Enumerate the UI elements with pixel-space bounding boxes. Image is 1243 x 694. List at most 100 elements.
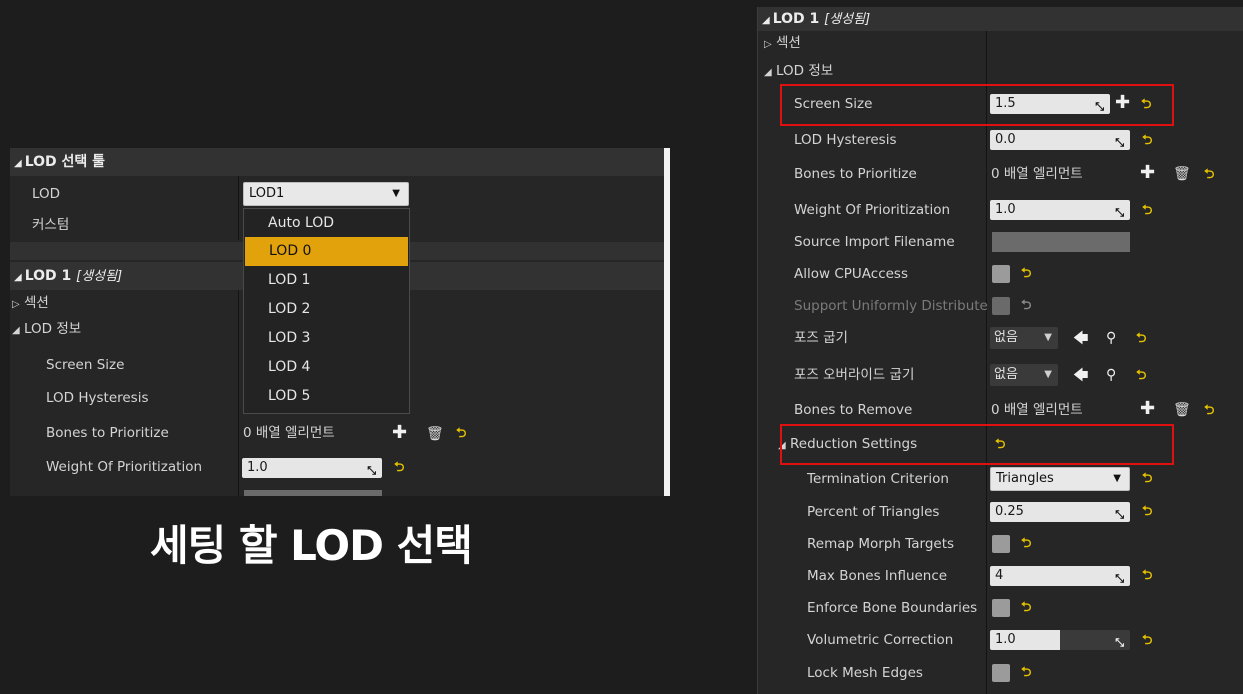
reset-arrow-icon[interactable]: ⮌	[1136, 368, 1146, 384]
trash-icon[interactable]: 🗑	[426, 426, 444, 442]
plus-icon[interactable]: ✚	[392, 424, 407, 442]
drag-arrows-icon: ⤡	[1115, 508, 1124, 521]
drag-arrows-icon: ⤡	[1115, 206, 1124, 219]
bones-to-remove-value: 0 배열 엘리먼트	[991, 402, 1083, 418]
source-import-filename-field[interactable]	[992, 232, 1130, 252]
lod-select-combo[interactable]: LOD1 ▼	[243, 182, 409, 206]
column-divider	[238, 290, 239, 496]
reset-arrow-icon[interactable]: ⮌	[1136, 331, 1146, 347]
allow-cpu-access-checkbox[interactable]	[992, 265, 1010, 283]
chevron-down-icon: ▼	[392, 188, 400, 199]
expand-triangle-icon: ▷	[764, 39, 772, 50]
reset-arrow-icon[interactable]: ⮌	[1021, 665, 1031, 681]
dropdown-item-lod4[interactable]: LOD 4	[244, 353, 409, 382]
volumetric-correction-slider[interactable]: 1.0 ⤡	[990, 630, 1130, 650]
pose-override-bake-label: 포즈 오버라이드 굽기	[794, 367, 915, 383]
trash-icon[interactable]: 🗑	[1173, 166, 1191, 182]
reset-arrow-icon[interactable]: ⮌	[1204, 403, 1214, 419]
expand-triangle-icon: ▷	[12, 299, 20, 310]
reset-arrow-icon: ⮌	[1021, 298, 1032, 313]
reset-arrow-icon[interactable]: ⮌	[1021, 536, 1031, 552]
support-uniformly-distribute-label: Support Uniformly Distribute	[794, 298, 988, 314]
section-row[interactable]: ▷ 섹션	[764, 30, 801, 58]
lock-mesh-edges-label: Lock Mesh Edges	[807, 665, 923, 681]
enforce-bone-boundaries-label: Enforce Bone Boundaries	[807, 600, 978, 616]
volumetric-correction-label: Volumetric Correction	[807, 632, 954, 648]
source-import-filename-label: Source Import Filename	[794, 234, 955, 250]
bones-to-prioritize-label: Bones to Prioritize	[46, 425, 169, 441]
screen-size-label: Screen Size	[46, 357, 125, 373]
termination-criterion-label: Termination Criterion	[807, 471, 949, 487]
weight-of-prioritization-label: Weight Of Prioritization	[46, 459, 203, 475]
collapse-triangle-icon: ◢	[764, 67, 772, 78]
magnifier-icon[interactable]: ⚲	[1106, 367, 1116, 383]
plus-icon[interactable]: ✚	[1140, 400, 1155, 418]
termination-criterion-combo[interactable]: Triangles ▼	[990, 467, 1130, 491]
reset-arrow-icon[interactable]: ⮌	[394, 460, 404, 476]
reset-arrow-icon[interactable]: ⮌	[1142, 133, 1152, 149]
remap-morph-targets-checkbox[interactable]	[992, 535, 1010, 553]
lock-mesh-edges-checkbox[interactable]	[992, 664, 1010, 682]
dropdown-item-lod5[interactable]: LOD 5	[244, 382, 409, 411]
lod-info-row[interactable]: ◢ LOD 정보	[12, 316, 81, 342]
dropdown-item-auto-lod[interactable]: Auto LOD	[244, 209, 409, 238]
drag-arrows-icon: ⤡	[1115, 636, 1124, 649]
weight-input[interactable]: 1.0 ⤡	[990, 200, 1130, 220]
collapse-triangle-icon: ◢	[14, 272, 22, 283]
lod-label: LOD	[32, 186, 61, 202]
weight-input[interactable]: 1.0 ⤡	[242, 458, 382, 478]
scrollbar[interactable]	[664, 148, 670, 496]
pose-bake-combo[interactable]: 없음 ▼	[990, 327, 1058, 349]
bones-to-prioritize-value: 0 배열 엘리먼트	[991, 166, 1083, 182]
highlight-box-reduction-settings	[780, 424, 1174, 465]
arrow-left-icon[interactable]: 🡄	[1073, 367, 1089, 383]
chevron-down-icon: ▼	[1044, 332, 1052, 343]
dropdown-item-lod0[interactable]: LOD 0	[245, 237, 408, 266]
plus-icon[interactable]: ✚	[1140, 164, 1155, 182]
chevron-down-icon: ▼	[1113, 473, 1121, 484]
reset-arrow-icon[interactable]: ⮌	[1021, 266, 1031, 282]
magnifier-icon[interactable]: ⚲	[1106, 330, 1116, 346]
reset-arrow-icon[interactable]: ⮌	[1204, 167, 1214, 183]
dropdown-item-lod2[interactable]: LOD 2	[244, 295, 409, 324]
enforce-bone-boundaries-checkbox[interactable]	[992, 599, 1010, 617]
category-lod1[interactable]: ◢ LOD 1 [생성됨]	[758, 7, 1243, 31]
percent-of-triangles-input[interactable]: 0.25 ⤡	[990, 502, 1130, 522]
bones-to-remove-label: Bones to Remove	[794, 402, 913, 418]
drag-arrows-icon: ⤡	[367, 464, 376, 477]
column-divider	[986, 31, 987, 694]
category-lod-tool[interactable]: ◢ LOD 선택 툴	[10, 148, 665, 176]
generated-tag: [생성됨]	[824, 12, 871, 27]
reset-arrow-icon[interactable]: ⮌	[1021, 600, 1031, 616]
bones-to-prioritize-label: Bones to Prioritize	[794, 166, 917, 182]
collapse-triangle-icon: ◢	[762, 15, 770, 26]
max-bones-influence-label: Max Bones Influence	[807, 568, 948, 584]
lod-dropdown-list[interactable]: Auto LOD LOD 0 LOD 1 LOD 2 LOD 3 LOD 4 L…	[243, 208, 410, 414]
drag-arrows-icon: ⤡	[1115, 136, 1124, 149]
reset-arrow-icon[interactable]: ⮌	[1142, 633, 1152, 649]
section-row[interactable]: ▷ 섹션	[12, 290, 49, 316]
allow-cpu-access-label: Allow CPUAccess	[794, 266, 908, 282]
bones-to-prioritize-value: 0 배열 엘리먼트	[243, 425, 335, 441]
source-import-field-partial	[244, 490, 382, 496]
lod-hysteresis-input[interactable]: 0.0 ⤡	[990, 130, 1130, 150]
trash-icon[interactable]: 🗑	[1173, 402, 1191, 418]
weight-of-prioritization-label: Weight Of Prioritization	[794, 202, 951, 218]
collapse-triangle-icon: ◢	[14, 158, 22, 169]
chevron-down-icon: ▼	[1044, 369, 1052, 380]
reset-arrow-icon[interactable]: ⮌	[1142, 504, 1152, 520]
remap-morph-targets-label: Remap Morph Targets	[807, 536, 955, 552]
max-bones-influence-input[interactable]: 4 ⤡	[990, 566, 1130, 586]
dropdown-item-lod3[interactable]: LOD 3	[244, 324, 409, 353]
lod-info-row[interactable]: ◢ LOD 정보	[764, 58, 833, 86]
drag-arrows-icon: ⤡	[1115, 572, 1124, 585]
reset-arrow-icon[interactable]: ⮌	[1142, 568, 1152, 584]
support-uniformly-distribute-checkbox	[992, 297, 1010, 315]
reset-arrow-icon[interactable]: ⮌	[1142, 203, 1152, 219]
reset-arrow-icon[interactable]: ⮌	[456, 426, 466, 442]
reset-arrow-icon[interactable]: ⮌	[1142, 471, 1152, 487]
arrow-left-icon[interactable]: 🡄	[1073, 330, 1089, 346]
pose-override-bake-combo[interactable]: 없음 ▼	[990, 364, 1058, 386]
collapse-triangle-icon: ◢	[12, 325, 20, 336]
dropdown-item-lod1[interactable]: LOD 1	[244, 266, 409, 295]
